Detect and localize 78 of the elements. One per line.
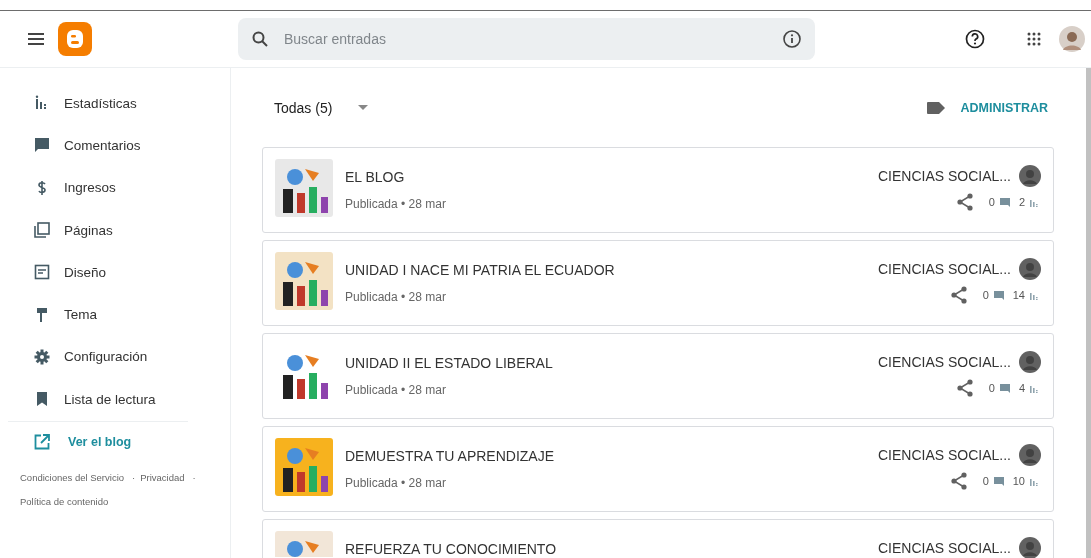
comment-icon xyxy=(999,383,1010,393)
stats-icon xyxy=(1030,476,1039,486)
author-name: CIENCIAS SOCIAL... xyxy=(877,447,1011,463)
comment-count: 0 xyxy=(982,475,989,487)
search-icon xyxy=(252,31,268,47)
separator: · xyxy=(192,471,196,486)
comment-icon xyxy=(993,476,1004,486)
menu-icon[interactable] xyxy=(28,33,44,45)
nav-icon xyxy=(34,306,50,323)
comment-count: 0 xyxy=(988,196,995,208)
label-icon xyxy=(926,101,945,114)
nav-item[interactable]: Ingresos xyxy=(64,180,116,196)
author-avatar-icon xyxy=(1019,444,1041,466)
logo-icon[interactable] xyxy=(58,22,92,56)
nav-icon xyxy=(34,348,50,365)
post-card[interactable]: UNIDAD II EL ESTADO LIBERAL Publicada • 28 mar CIENCIAS SOCIAL... 0 4 xyxy=(262,333,1054,419)
apps-icon[interactable] xyxy=(1027,32,1041,46)
comment-count: 0 xyxy=(988,382,995,394)
post-card[interactable]: DEMUESTRA TU APRENDIZAJE Publicada • 28 mar CIENCIAS SOCIAL... 0 10 xyxy=(262,426,1054,512)
nav-item[interactable]: Lista de lectura xyxy=(64,391,156,407)
post-status: Publicada • 28 mar xyxy=(345,290,447,304)
post-card[interactable]: EL BLOG Publicada • 28 mar CIENCIAS SOCIAL... 0 2 xyxy=(262,147,1054,233)
caret-icon xyxy=(358,105,369,110)
post-status: Publicada • 28 mar xyxy=(345,383,447,397)
scrollbar[interactable] xyxy=(1086,68,1091,558)
share-icon[interactable] xyxy=(949,472,968,490)
author-name: CIENCIAS SOCIAL... xyxy=(877,168,1011,184)
search-field[interactable]: Buscar entradas xyxy=(282,30,769,48)
nav-item[interactable]: Comentarios xyxy=(64,137,141,153)
manage-link[interactable]: ADMINISTRAR xyxy=(960,100,1048,115)
view-blog-link[interactable]: Ver el blog xyxy=(68,435,132,450)
comment-count: 0 xyxy=(982,289,989,301)
help-icon[interactable] xyxy=(965,29,985,49)
footer-link[interactable]: Privacidad xyxy=(140,466,185,491)
author-avatar-icon xyxy=(1019,165,1041,187)
share-icon[interactable] xyxy=(955,193,974,211)
search-bar[interactable]: Buscar entradas xyxy=(238,18,815,60)
author-avatar-icon xyxy=(1019,351,1041,373)
stats-icon xyxy=(1030,290,1039,300)
nav-item[interactable]: Páginas xyxy=(64,222,113,238)
author-avatar-icon xyxy=(1019,258,1041,280)
author-name: CIENCIAS SOCIAL... xyxy=(877,540,1011,556)
nav-icon xyxy=(34,137,50,154)
comment-icon xyxy=(993,290,1004,300)
share-icon[interactable] xyxy=(955,379,974,397)
author-name: CIENCIAS SOCIAL... xyxy=(877,354,1011,370)
post-title[interactable]: EL BLOG xyxy=(345,169,446,185)
nav-icon xyxy=(34,264,50,281)
footer-link[interactable]: Política de contenido xyxy=(20,490,109,515)
filter-dropdown[interactable]: Todas (5) xyxy=(274,99,369,116)
nav-icon xyxy=(34,391,50,408)
post-card[interactable]: UNIDAD I NACE MI PATRIA EL ECUADOR Publicada • 28 mar CIENCIAS SOCIAL... 0 14 xyxy=(262,240,1054,326)
nav-item[interactable]: Estadísticas xyxy=(64,95,137,111)
external-link-icon xyxy=(34,434,50,451)
share-icon[interactable] xyxy=(949,286,968,304)
stats-icon xyxy=(1030,197,1039,207)
separator: · xyxy=(132,471,136,486)
view-count: 4 xyxy=(1018,382,1025,394)
nav-item[interactable]: Configuración xyxy=(64,349,148,365)
footer-link[interactable]: Condiciones del Servicio xyxy=(20,466,125,491)
comment-icon xyxy=(999,197,1010,207)
nav-item[interactable]: Tema xyxy=(64,307,97,323)
view-count: 2 xyxy=(1018,196,1025,208)
post-title[interactable]: UNIDAD I NACE MI PATRIA EL ECUADOR xyxy=(345,262,615,278)
post-card[interactable]: REFUERZA TU CONOCIMIENTO CIENCIAS SOCIAL... xyxy=(262,519,1054,558)
avatar-icon[interactable] xyxy=(1059,26,1085,52)
info-icon[interactable] xyxy=(783,30,801,48)
nav-icon xyxy=(34,222,50,239)
post-status: Publicada • 28 mar xyxy=(345,476,447,490)
view-count: 10 xyxy=(1012,475,1025,487)
stats-icon xyxy=(1030,383,1039,393)
post-title[interactable]: REFUERZA TU CONOCIMIENTO xyxy=(345,541,557,557)
post-status: Publicada • 28 mar xyxy=(345,197,446,211)
author-name: CIENCIAS SOCIAL... xyxy=(877,261,1011,277)
post-title[interactable]: DEMUESTRA TU APRENDIZAJE xyxy=(345,448,554,464)
nav-item[interactable]: Diseño xyxy=(64,264,107,280)
view-count: 14 xyxy=(1012,289,1025,301)
post-title[interactable]: UNIDAD II EL ESTADO LIBERAL xyxy=(345,355,553,371)
